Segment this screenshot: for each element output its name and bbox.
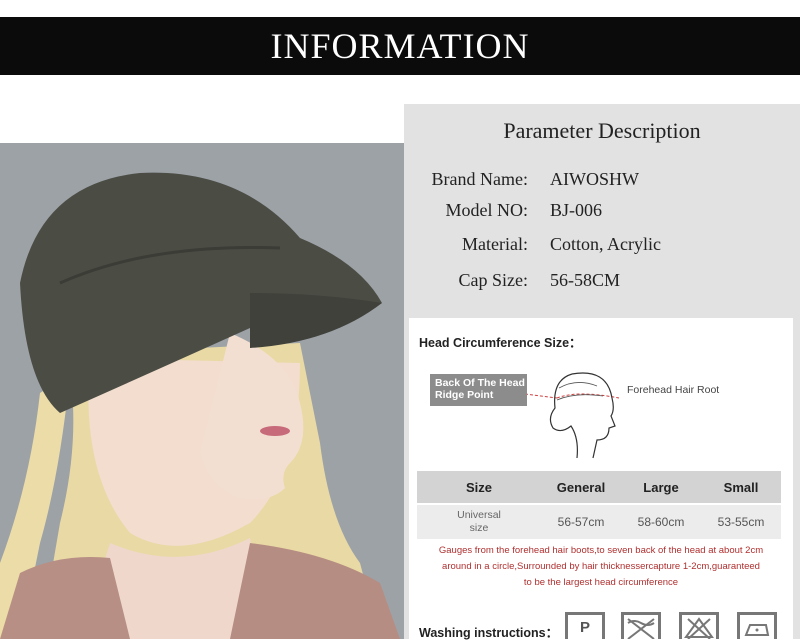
- forehead-hair-root-label: Forehead Hair Root: [627, 384, 720, 396]
- head-diagram-icon: [527, 372, 620, 459]
- param-label: Material:: [462, 234, 528, 254]
- header-large: Large: [643, 479, 679, 495]
- information-banner: INFORMATION: [0, 17, 800, 75]
- table-row: Universal size 56-57cm 58-60cm 53-55cm: [417, 505, 781, 539]
- param-value: AIWOSHW: [550, 169, 639, 189]
- dry-clean-p-icon: P: [565, 612, 605, 639]
- head-circumference-title: Head Circumference Size：: [419, 336, 582, 350]
- header-size: Size: [465, 479, 492, 495]
- parameter-title: Parameter Description: [503, 118, 701, 143]
- iron-icon: [737, 612, 777, 639]
- cell-size: Universal size: [417, 509, 541, 535]
- universal-size-text: Universal size: [457, 509, 501, 534]
- param-row-cap-size: Cap Size: 56-58CM: [404, 270, 800, 296]
- gauge-line-3: to be the largest head circumference: [523, 577, 679, 588]
- param-label: Model NO:: [445, 200, 529, 220]
- washing-instructions-label: Washing instructions：: [419, 626, 559, 640]
- size-card: Head Circumference Size： Back Of The Hea…: [409, 318, 793, 640]
- param-value: BJ-006: [550, 200, 603, 220]
- cell-small: 53-55cm: [717, 515, 765, 529]
- ridge-point-label: Back Of The Head Ridge Point: [430, 374, 527, 406]
- size-table: Size General Large Small Universal size …: [417, 471, 781, 539]
- gauge-line-1: Gauges from the forehead hair boots,to s…: [438, 545, 764, 556]
- cell-general: 56-57cm: [557, 515, 605, 529]
- param-label: Cap Size:: [458, 270, 529, 290]
- gauge-note: Gauges from the forehead hair boots,to s…: [413, 543, 789, 591]
- cell-large: 58-60cm: [637, 515, 685, 529]
- param-value: Cotton, Acrylic: [550, 234, 661, 254]
- param-row-material: Material: Cotton, Acrylic: [404, 234, 800, 260]
- p-letter: P: [579, 619, 590, 636]
- size-table-header: Size General Large Small: [417, 471, 781, 503]
- param-label: Brand Name:: [431, 169, 528, 189]
- banner-title: INFORMATION: [270, 26, 530, 66]
- gauge-line-2: around in a circle,Surrounded by hair th…: [442, 561, 760, 572]
- header-small: Small: [723, 479, 759, 495]
- header-general: General: [556, 479, 606, 495]
- param-value: 56-58CM: [550, 270, 621, 290]
- no-wash-icon: [621, 612, 661, 640]
- no-bleach-icon: [679, 612, 719, 640]
- product-photo: [0, 143, 420, 639]
- model-wearing-cap-image: [0, 143, 420, 639]
- param-row-model: Model NO: BJ-006: [404, 200, 800, 226]
- param-row-brand: Brand Name: AIWOSHW: [404, 169, 800, 195]
